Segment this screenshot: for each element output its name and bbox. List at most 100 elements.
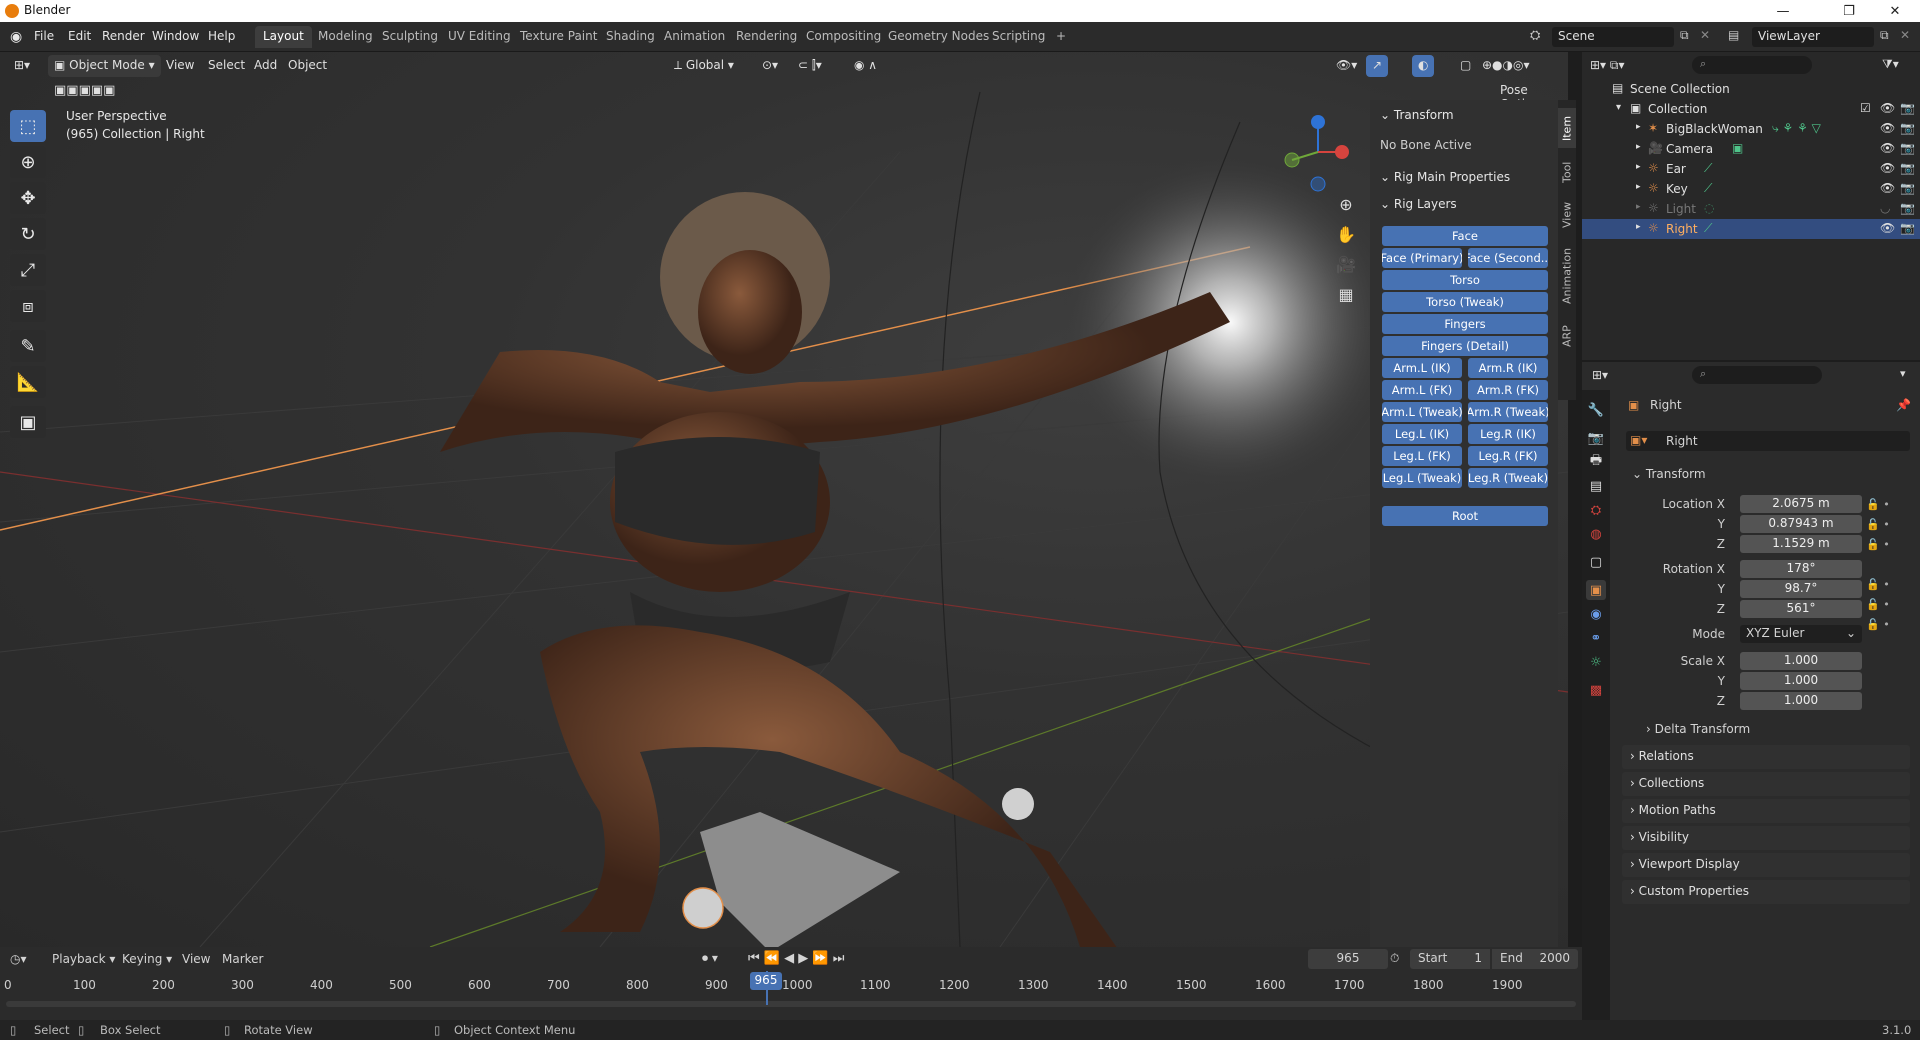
tab-modeling[interactable]: Modeling xyxy=(310,26,381,48)
rig-layers-title[interactable]: ⌄ Rig Layers xyxy=(1380,197,1457,211)
rotation-z-field[interactable]: 561° xyxy=(1740,600,1862,618)
object-name-field[interactable]: ▣▾ Right xyxy=(1626,431,1910,451)
physics-tab-icon[interactable]: ◉ xyxy=(1586,604,1606,624)
properties-editor-icon[interactable]: ⊞▾ xyxy=(1592,368,1608,382)
marker-menu[interactable]: Marker xyxy=(222,952,263,966)
render-tab-icon[interactable]: 📷 xyxy=(1586,428,1606,448)
menu-render[interactable]: Render xyxy=(102,29,145,43)
cursor-tool[interactable]: ⊕ xyxy=(10,146,46,178)
overlay-toggle-icon[interactable]: ◐ xyxy=(1412,55,1435,77)
menu-add[interactable]: Add xyxy=(248,55,283,77)
add-workspace-button[interactable]: + xyxy=(1048,26,1074,48)
delete-scene-icon[interactable]: ✕ xyxy=(1700,28,1710,42)
scale-tool[interactable]: ⤢ xyxy=(10,254,46,286)
layer-fingers-detail-button[interactable]: Fingers (Detail) xyxy=(1382,336,1548,356)
add-cube-tool[interactable]: ▣ xyxy=(10,406,46,438)
location-y-field[interactable]: 0.87943 m xyxy=(1740,515,1862,533)
zoom-icon[interactable]: ⊕ xyxy=(1332,190,1360,218)
light-data-tab-icon[interactable]: ☼ xyxy=(1586,652,1606,672)
pan-hand-icon[interactable]: ✋ xyxy=(1332,220,1360,248)
minimize-icon[interactable]: — xyxy=(1760,0,1806,22)
sidebar-tab-tool[interactable]: Tool xyxy=(1558,154,1576,190)
layer-leg-l-fk-button[interactable]: Leg.L (FK) xyxy=(1382,446,1462,466)
measure-tool[interactable]: 📐 xyxy=(10,366,46,398)
eye-icon[interactable]: 👁 xyxy=(1880,101,1895,115)
close-icon[interactable]: ✕ xyxy=(1872,0,1918,22)
view-layer-field[interactable]: ViewLayer xyxy=(1752,27,1874,47)
mode-select[interactable]: ▣ Object Mode ▾ xyxy=(48,55,161,77)
tab-scripting[interactable]: Scripting xyxy=(984,26,1053,48)
menu-object[interactable]: Object xyxy=(282,55,333,77)
menu-edit[interactable]: Edit xyxy=(68,29,91,43)
scale-x-field[interactable]: 1.000 xyxy=(1740,652,1862,670)
scene-icon[interactable]: ⛭ xyxy=(1530,28,1540,43)
shading-modes-icon[interactable]: ⊕●◑◎▾ xyxy=(1476,55,1536,77)
tool-tab-icon[interactable]: 🔧 xyxy=(1586,400,1606,420)
expand-icon[interactable]: ▸ xyxy=(1636,222,1641,232)
tab-shading[interactable]: Shading xyxy=(598,26,663,48)
outliner-editor-icon[interactable]: ⊞▾ ⧉▾ xyxy=(1590,58,1624,73)
delete-view-layer-icon[interactable]: ✕ xyxy=(1900,28,1910,42)
outliner-item-key[interactable]: ▸ ☼ Key ⟋ 👁 📷 xyxy=(1582,179,1920,199)
outliner-item-light[interactable]: ▸ ☼ Light ◌ ◡ 📷 xyxy=(1582,199,1920,219)
layer-leg-r-tweak-button[interactable]: Leg.R (Tweak) xyxy=(1468,468,1548,488)
menu-help[interactable]: Help xyxy=(208,29,235,43)
expand-icon[interactable]: ▸ xyxy=(1636,182,1641,192)
preview-range-icon[interactable]: ⏱ xyxy=(1390,951,1399,966)
camera-render-icon[interactable]: 📷 xyxy=(1900,161,1915,175)
location-z-field[interactable]: 1.1529 m xyxy=(1740,535,1862,553)
layer-arm-r-ik-button[interactable]: Arm.R (IK) xyxy=(1468,358,1548,378)
layer-arm-l-tweak-button[interactable]: Arm.L (Tweak) xyxy=(1382,402,1462,422)
visibility-section[interactable]: › Visibility xyxy=(1622,826,1910,850)
outliner-item-ear[interactable]: ▸ ☼ Ear ⟋ 👁 📷 xyxy=(1582,159,1920,179)
orientation-select[interactable]: ⟂ Global ▾ xyxy=(668,55,740,77)
pose-options-button[interactable]: Pose Options xyxy=(1494,80,1568,111)
output-tab-icon[interactable]: 🖶 xyxy=(1586,452,1606,472)
view-layer-tab-icon[interactable]: ▤ xyxy=(1586,476,1606,496)
sidebar-tab-arp[interactable]: ARP xyxy=(1558,318,1576,354)
layer-torso-tweak-button[interactable]: Torso (Tweak) xyxy=(1382,292,1548,312)
layer-leg-r-ik-button[interactable]: Leg.R (IK) xyxy=(1468,424,1548,444)
view-layer-icon[interactable]: ▤ xyxy=(1728,28,1739,42)
camera-render-icon[interactable]: 📷 xyxy=(1900,141,1915,155)
outliner-item-right[interactable]: ▸ ☼ Right ⟋ 👁 📷 xyxy=(1582,219,1920,239)
scale-z-field[interactable]: 1.000 xyxy=(1740,692,1862,710)
transform-section[interactable]: ⌄ Transform xyxy=(1632,467,1706,481)
camera-render-icon[interactable]: 📷 xyxy=(1900,101,1915,115)
rotation-mode-select[interactable]: XYZ Euler ⌄ xyxy=(1740,625,1862,643)
ortho-grid-icon[interactable]: ▦ xyxy=(1332,280,1360,308)
scale-y-field[interactable]: 1.000 xyxy=(1740,672,1862,690)
camera-render-icon[interactable]: 📷 xyxy=(1900,201,1915,215)
expand-icon[interactable]: ▾ xyxy=(1616,102,1621,113)
menu-select[interactable]: Select xyxy=(202,55,251,77)
tab-sculpting[interactable]: Sculpting xyxy=(374,26,446,48)
camera-render-icon[interactable]: 📷 xyxy=(1900,181,1915,195)
outliner-search-input[interactable]: ⌕ xyxy=(1692,56,1812,74)
eye-icon[interactable]: 👁 xyxy=(1880,181,1895,195)
scene-field[interactable]: Scene xyxy=(1552,27,1674,47)
relations-section[interactable]: › Relations xyxy=(1622,745,1910,769)
timeline-scrollbar[interactable] xyxy=(6,1001,1576,1007)
custom-properties-section[interactable]: › Custom Properties xyxy=(1622,880,1910,904)
menu-view[interactable]: View xyxy=(160,55,200,77)
world-tab-icon[interactable]: ◍ xyxy=(1586,524,1606,544)
layer-torso-button[interactable]: Torso xyxy=(1382,270,1548,290)
object-datablock-icon[interactable]: ▣▾ xyxy=(1630,433,1647,447)
playback-menu[interactable]: Playback ▾ xyxy=(52,952,115,966)
pin-icon[interactable]: 📌 xyxy=(1896,398,1911,412)
layer-arm-r-tweak-button[interactable]: Arm.R (Tweak) xyxy=(1468,402,1548,422)
sidebar-tab-animation[interactable]: Animation xyxy=(1558,240,1576,312)
properties-search-input[interactable]: ⌕ xyxy=(1692,366,1822,384)
transform-tool[interactable]: ⧈ xyxy=(10,290,46,322)
layer-arm-l-ik-button[interactable]: Arm.L (IK) xyxy=(1382,358,1462,378)
record-icon[interactable]: ⏺ ▾ xyxy=(702,951,718,966)
eye-icon[interactable]: 👁 xyxy=(1880,121,1895,135)
new-scene-icon[interactable]: ⧉ xyxy=(1680,28,1689,43)
visibility-icon[interactable]: 👁▾ xyxy=(1330,55,1363,77)
layer-fingers-button[interactable]: Fingers xyxy=(1382,314,1548,334)
layer-face-primary-button[interactable]: Face (Primary) xyxy=(1382,248,1462,268)
checkbox-icon[interactable]: ☑ xyxy=(1860,101,1871,115)
3d-viewport[interactable]: User Perspective (965) Collection | Righ… xyxy=(0,52,1568,947)
timeline-editor-icon[interactable]: ◷▾ xyxy=(10,952,27,966)
menu-file[interactable]: File xyxy=(34,29,54,43)
